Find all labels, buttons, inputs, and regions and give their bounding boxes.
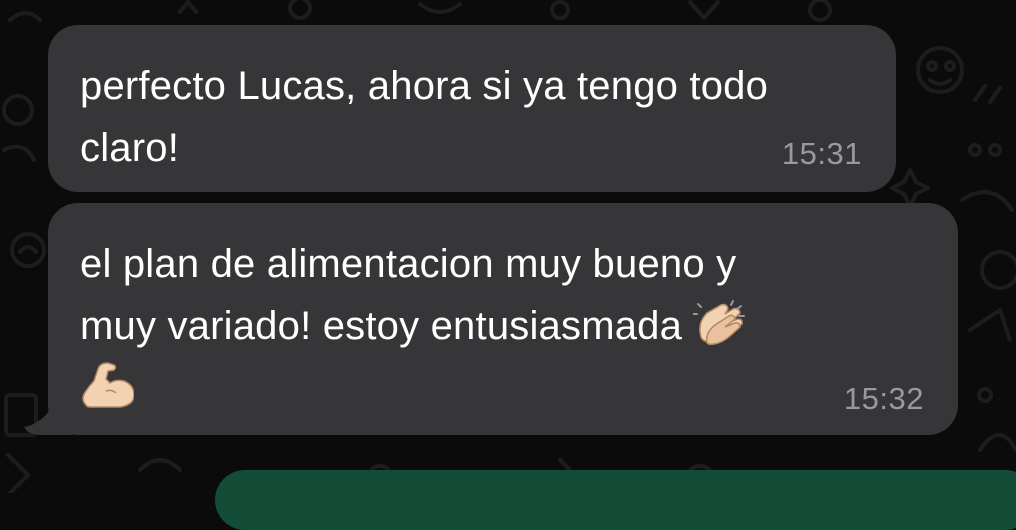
flexed-biceps-emoji (80, 361, 134, 411)
message-bubble-incoming[interactable]: el plan de alimentacion muy bueno y muy … (48, 203, 958, 435)
clapping-hands-emoji (693, 299, 747, 349)
message-timestamp: 15:32 (843, 381, 924, 416)
message-timestamp: 15:31 (781, 136, 862, 171)
message-bubble-outgoing[interactable] (215, 470, 1016, 530)
message-bubble-incoming[interactable]: perfecto Lucas, ahora si ya tengo todo c… (48, 25, 896, 192)
message-text: perfecto Lucas, ahora si ya tengo todo c… (80, 64, 780, 170)
message-text-line: muy variado! estoy entusiasmada (80, 304, 683, 348)
message-text-line: el plan de alimentacion muy bueno y (80, 242, 737, 286)
message-text: el plan de alimentacion muy bueno y muy … (80, 233, 940, 419)
